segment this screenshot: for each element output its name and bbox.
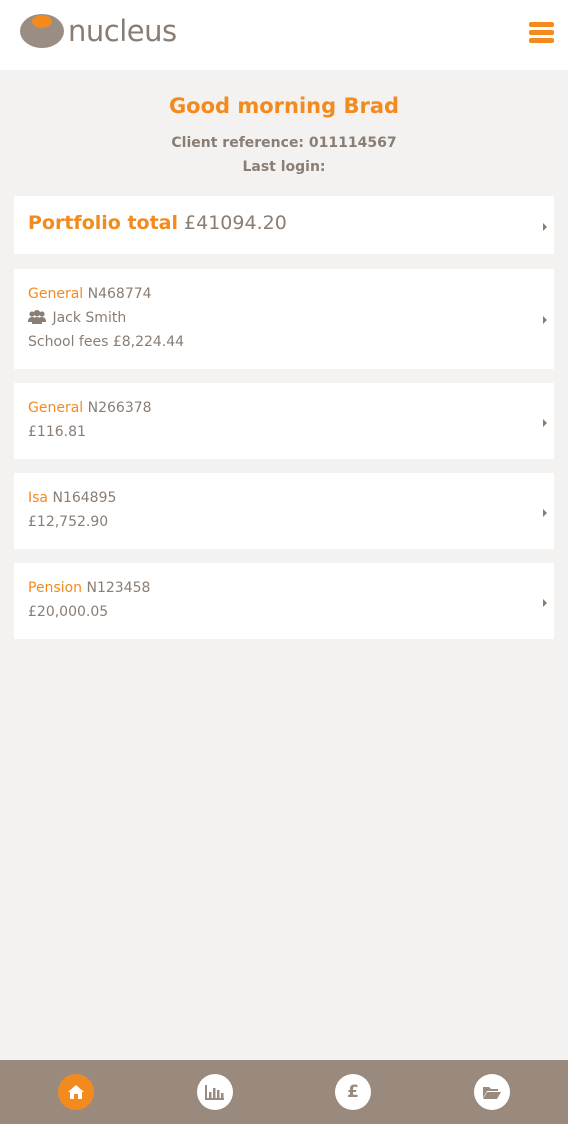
account-value: £12,752.90	[28, 514, 109, 530]
caret-right-icon	[543, 599, 547, 607]
nav-home-button[interactable]	[58, 1074, 94, 1110]
last-login: Last login:	[242, 159, 326, 175]
account-card[interactable]: General N266378 £116.81	[14, 383, 554, 459]
folder-open-icon	[483, 1087, 501, 1099]
account-number: N123458	[86, 580, 151, 596]
portfolio-total-card[interactable]: Portfolio total £41094.20	[14, 196, 554, 254]
caret-right-icon	[543, 419, 547, 427]
caret-right-icon	[543, 223, 547, 231]
account-value: £20,000.05	[28, 604, 109, 620]
account-number: N468774	[87, 286, 152, 302]
nav-documents-button[interactable]	[474, 1074, 510, 1110]
account-value: School fees £8,224.44	[28, 334, 185, 350]
client-reference: Client reference: 011114567	[171, 135, 397, 151]
account-card[interactable]: General N468774 Jack Smith School fees £…	[14, 269, 554, 369]
home-icon	[68, 1085, 84, 1099]
account-type: General	[28, 286, 84, 302]
bottom-nav: £	[0, 1060, 568, 1124]
logo-text: nucleus	[68, 14, 177, 48]
caret-right-icon	[543, 509, 547, 517]
account-card[interactable]: Pension N123458 £20,000.05	[14, 563, 554, 639]
bar-chart-icon	[205, 1085, 224, 1100]
account-card[interactable]: Isa N164895 £12,752.90	[14, 473, 554, 549]
hamburger-menu-icon[interactable]	[529, 22, 554, 44]
account-type: Isa	[28, 490, 49, 506]
nucleus-logo[interactable]: nucleus	[20, 14, 177, 48]
account-holder: Jack Smith	[52, 310, 127, 326]
pound-icon: £	[347, 1081, 359, 1102]
app-header: nucleus	[0, 0, 568, 70]
users-icon	[28, 310, 46, 324]
account-number: N164895	[52, 490, 117, 506]
account-value: £116.81	[28, 424, 86, 440]
nav-performance-button[interactable]	[197, 1074, 233, 1110]
logo-egg-icon	[20, 14, 64, 48]
portfolio-total-label: Portfolio total	[28, 212, 178, 234]
caret-right-icon	[543, 316, 547, 324]
portfolio-total-amount: £41094.20	[184, 212, 287, 234]
nav-cash-button[interactable]: £	[335, 1074, 371, 1110]
account-type: Pension	[28, 580, 83, 596]
account-type: General	[28, 400, 84, 416]
greeting-title: Good morning Brad	[168, 94, 400, 118]
account-number: N266378	[87, 400, 152, 416]
